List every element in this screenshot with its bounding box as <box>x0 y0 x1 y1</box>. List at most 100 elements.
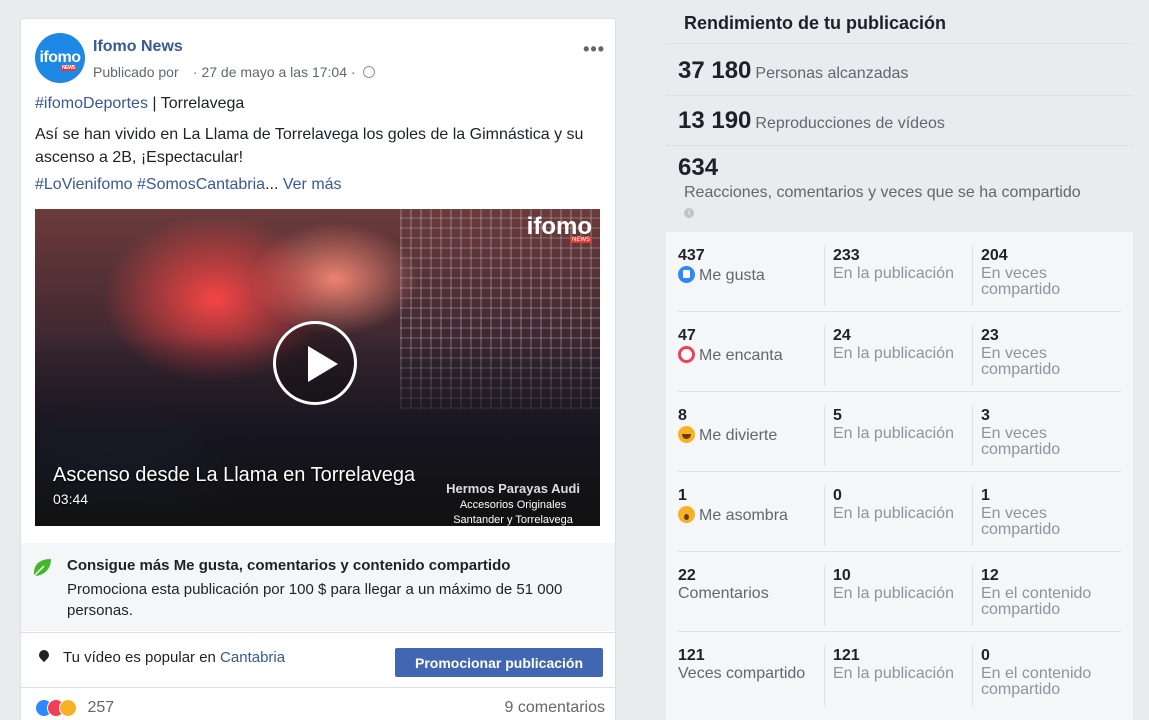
post-tags: #LoVienifomo #SomosCantabria... Ver más <box>35 176 342 194</box>
row-post-label: En la publicación <box>833 265 954 282</box>
breakdown-row: 1 Me asombra 0 En la publicación 1 En veces… <box>666 472 1133 552</box>
row-label: Me divierte <box>699 427 778 444</box>
row-post-value: 121 <box>833 647 860 664</box>
video-player[interactable]: ifomo NEWS Ascenso desde La Llama en Tor… <box>35 209 600 526</box>
row-post-value: 233 <box>833 247 860 264</box>
hashtag-line: #ifomoDeportes | Torrelavega <box>35 95 244 113</box>
row-shared-label: En veces compartido <box>981 345 1061 378</box>
row-shared-value: 204 <box>981 247 1008 264</box>
post-header: ifomo NEWS Ifomo News Publicado por · 27… <box>35 33 605 87</box>
divider <box>666 145 1133 146</box>
like-icon <box>678 266 695 283</box>
location-text: | Torrelavega <box>147 95 245 112</box>
row-post-label: En la publicación <box>833 665 954 682</box>
row-shared-label: En el contenido compartido <box>981 665 1092 698</box>
video-title: Ascenso desde La Llama en Torrelavega <box>53 464 416 486</box>
views-value: 13 190 <box>678 107 752 134</box>
divider <box>666 95 1133 96</box>
engagement-value: 634 <box>678 154 719 181</box>
row-post-value: 5 <box>833 407 842 424</box>
row-shared-label: En el contenido compartido <box>981 585 1092 618</box>
row-shared-value: 23 <box>981 327 999 344</box>
row-label: Veces compartido <box>678 665 806 682</box>
tags-link[interactable]: #LoVienifomo #SomosCantabria <box>35 176 265 193</box>
reactions-summary[interactable]: 257 9 comentarios <box>35 699 605 720</box>
promo-description: Promociona esta publicación por 100 $ pa… <box>67 581 563 619</box>
row-label: Me gusta <box>699 267 765 284</box>
popular-label: Tu vídeo es popular en <box>63 649 221 666</box>
popular-row: Tu vídeo es popular en Cantabria Promoci… <box>21 632 615 688</box>
promo-box: Consigue más Me gusta, comentarios y con… <box>21 543 615 631</box>
row-shared-label: En veces compartido <box>981 505 1061 538</box>
row-shared-value: 0 <box>981 647 990 664</box>
engagement-stat: 634 <box>678 154 718 182</box>
row-post-value: 24 <box>833 327 851 344</box>
hashtag-link[interactable]: #ifomoDeportes <box>35 95 148 112</box>
popular-text: Tu vídeo es popular en Cantabria <box>63 649 285 666</box>
ad-line-3: Santander y Torrelavega <box>453 514 573 526</box>
row-label: Comentarios <box>678 585 769 602</box>
avatar-sub: NEWS <box>61 65 76 71</box>
row-shared-label: En veces compartido <box>981 425 1061 458</box>
row-post-label: En la publicación <box>833 585 954 602</box>
post-date[interactable]: · 27 de mayo a las 17:04 · <box>193 64 356 80</box>
location-pin-icon <box>36 647 52 663</box>
play-icon[interactable] <box>273 321 357 405</box>
breakdown-row: 22 Comentarios 10 En la publicación 12 En e… <box>666 552 1133 632</box>
row-label: Me asombra <box>699 507 788 524</box>
row-shared-value: 1 <box>981 487 990 504</box>
globe-icon <box>363 66 376 78</box>
row-post-label: En la publicación <box>833 425 954 442</box>
breakdown-row: 121 Veces compartido 121 En la publicación… <box>666 632 1133 712</box>
performance-panel: Rendimiento de tu publicación 37 180 Pers… <box>666 0 1133 720</box>
leaf-icon <box>33 559 51 577</box>
breakdown-row: 47 Me encanta 24 En la publicación 23 En ve… <box>666 312 1133 392</box>
row-total: 1 <box>678 487 687 504</box>
haha-reaction-icon <box>59 699 77 717</box>
ad-line-2: Accesorios Originales <box>459 499 567 511</box>
row-total: 8 <box>678 407 687 424</box>
post-card: ifomo NEWS Ifomo News Publicado por · 27… <box>20 18 616 720</box>
comments-count-link[interactable]: 9 comentarios <box>505 699 606 717</box>
promo-title: Consigue más Me gusta, comentarios y con… <box>67 557 511 574</box>
page-name-link[interactable]: Ifomo News <box>93 38 183 56</box>
ad-line-1: Hermos Parayas Audi <box>446 481 580 496</box>
video-brand-sub: NEWS <box>570 237 592 243</box>
popular-place-link[interactable]: Cantabria <box>220 649 285 666</box>
row-total: 121 <box>678 647 705 664</box>
love-icon <box>678 346 695 363</box>
video-duration: 03:44 <box>53 491 89 507</box>
post-meta: Publicado por · 27 de mayo a las 17:04 · <box>93 64 513 80</box>
tags-ellipsis: ... <box>265 176 283 193</box>
engagement-label-text: Reacciones, comentarios y veces que se h… <box>684 184 1081 201</box>
row-post-value: 0 <box>833 487 842 504</box>
reaction-breakdown: 437 Me gusta 233 En la publicación 204 En v… <box>666 232 1133 720</box>
page-avatar[interactable]: ifomo NEWS <box>35 33 85 83</box>
row-shared-value: 12 <box>981 567 999 584</box>
engagement-label: Reacciones, comentarios y veces que se h… <box>684 183 1084 223</box>
wow-icon <box>678 506 695 523</box>
reach-stat: 37 180 Personas alcanzadas <box>678 57 908 85</box>
row-shared-value: 3 <box>981 407 990 424</box>
reach-label: Personas alcanzadas <box>755 65 909 82</box>
divider <box>666 43 1133 44</box>
more-options-icon[interactable]: ••• <box>583 39 605 60</box>
published-by: Publicado por <box>93 64 179 80</box>
reactions-count: 257 <box>87 699 115 716</box>
reach-value: 37 180 <box>678 57 752 84</box>
info-icon[interactable]: i <box>684 208 694 218</box>
row-post-value: 10 <box>833 567 851 584</box>
row-label: Me encanta <box>699 347 783 364</box>
breakdown-row: 8 Me divierte 5 En la publicación 3 En vece… <box>666 392 1133 472</box>
post-body: Así se han vivido en La Llama de Torrela… <box>35 126 584 166</box>
breakdown-row: 437 Me gusta 233 En la publicación 204 En v… <box>666 232 1133 312</box>
row-total: 22 <box>678 567 696 584</box>
row-post-label: En la publicación <box>833 345 954 362</box>
haha-icon <box>678 426 695 443</box>
views-stat: 13 190 Reproducciones de vídeos <box>678 107 945 135</box>
video-ad-overlay: Hermos Parayas Audi Accesorios Originale… <box>446 481 580 526</box>
panel-title: Rendimiento de tu publicación <box>684 13 947 33</box>
promote-post-button[interactable]: Promocionar publicación <box>395 648 603 677</box>
row-total: 437 <box>678 247 705 264</box>
see-more-link[interactable]: Ver más <box>283 176 342 193</box>
